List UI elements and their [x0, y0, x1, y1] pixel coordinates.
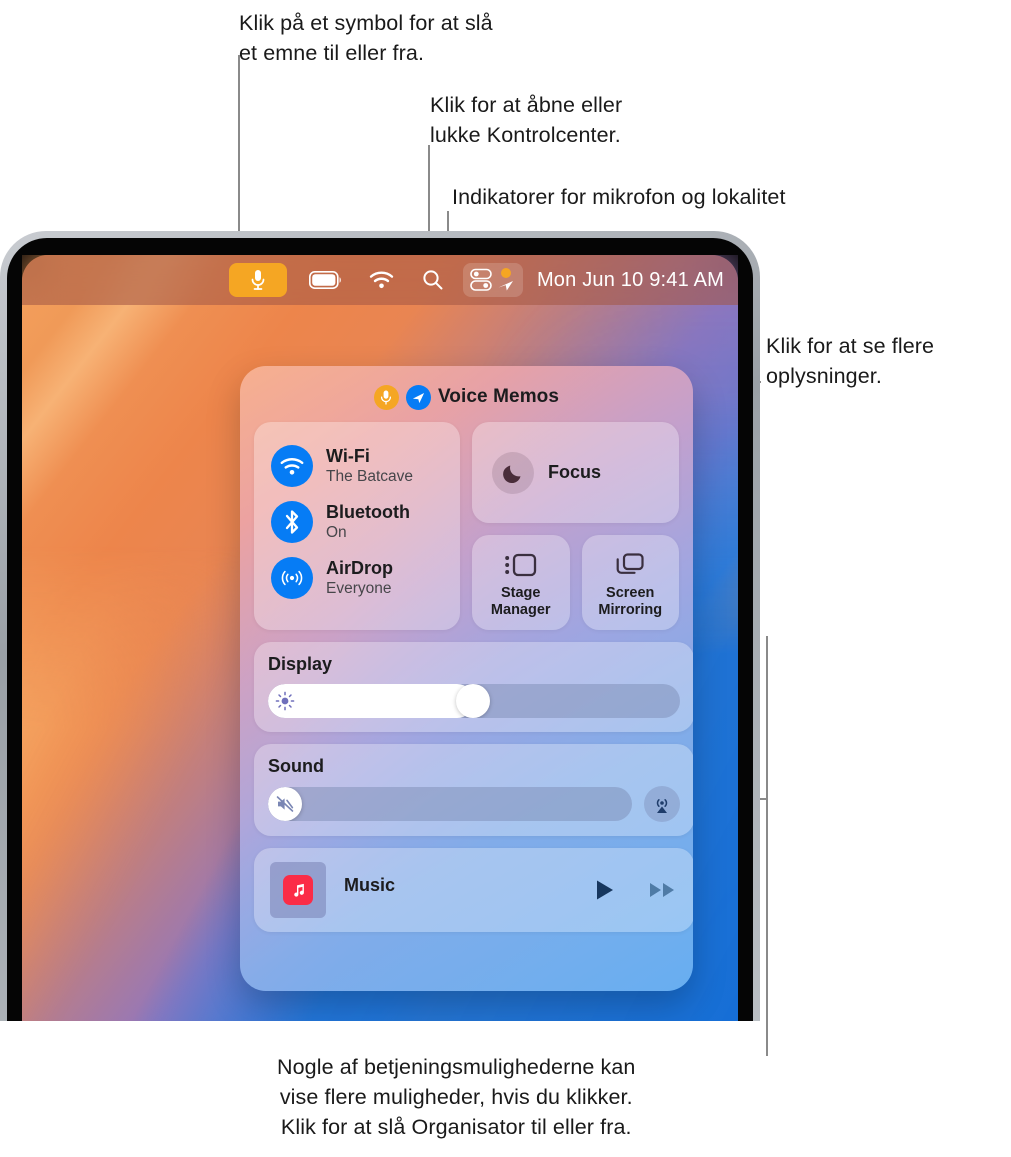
microphone-icon [381, 390, 392, 405]
brightness-icon [273, 689, 297, 713]
control-center-header: Voice Memos [254, 380, 679, 414]
screen-mirroring-control[interactable]: Screen Mirroring [581, 535, 679, 630]
annotation-open-close-control-center: Klik for at åbne eller lukke Kontrolcent… [430, 93, 623, 147]
airdrop-subtitle: Everyone [326, 580, 392, 597]
header-location-indicator[interactable] [405, 384, 431, 410]
stage-manager-icon [504, 553, 536, 576]
sound-label: Sound [268, 756, 324, 776]
wifi-title: Wi-Fi [326, 446, 370, 466]
wifi-control[interactable]: Wi-Fi The Batcave [254, 438, 460, 494]
orange-dot-indicator [500, 268, 511, 278]
bluetooth-title: Bluetooth [326, 502, 410, 522]
fast-forward-icon [650, 883, 674, 897]
fast-forward-button[interactable] [648, 878, 678, 902]
display-slider-knob[interactable] [456, 684, 490, 718]
wifi-icon [271, 445, 313, 487]
sound-volume-slider[interactable] [268, 787, 632, 821]
sound-control[interactable]: Sound [254, 744, 693, 836]
moon-icon [492, 451, 534, 494]
wifi-subtitle: The Batcave [326, 468, 414, 485]
control-center-right-column: Focus Stage Manager Screen Mirroring [472, 422, 679, 630]
leader-line-bottom-annotation [766, 636, 768, 1056]
laptop-screen: Mon Jun 10 9:41 AM Voice Memos Wi-Fi The… [22, 255, 738, 1021]
microphone-icon [251, 270, 265, 290]
annotation-more-info: Klik for at se flere oplysninger. [766, 334, 935, 388]
airplay-audio-icon [656, 799, 668, 813]
screenshot-root: Klik på et symbol for at slå et emne til… [0, 0, 1011, 1157]
header-microphone-indicator[interactable] [373, 384, 399, 410]
music-label: Music [344, 875, 396, 895]
location-arrow-icon [498, 281, 513, 291]
search-icon[interactable] [421, 263, 445, 297]
connectivity-tile: Wi-Fi The Batcave Bluetooth On AirDrop E… [254, 422, 460, 630]
laptop-frame: Mon Jun 10 9:41 AM Voice Memos Wi-Fi The… [0, 231, 760, 1021]
display-control[interactable]: Display [254, 642, 693, 732]
screen-mirroring-label: Screen Mirroring [598, 584, 663, 618]
play-icon [597, 880, 613, 900]
bluetooth-control[interactable]: Bluetooth On [254, 494, 460, 550]
laptop-bezel: Mon Jun 10 9:41 AM Voice Memos Wi-Fi The… [7, 238, 753, 1021]
wifi-icon[interactable] [369, 263, 395, 297]
annotation-bottom: Nogle af betjeningsmulighederne kan vise… [277, 1055, 636, 1139]
control-center-icon [470, 268, 492, 291]
control-center-panel: Voice Memos Wi-Fi The Batcave Bluetooth … [240, 366, 693, 991]
sound-slider-wrapper [268, 787, 632, 821]
airplay-audio-button[interactable] [644, 786, 680, 822]
airdrop-title: AirDrop [326, 558, 393, 578]
airdrop-icon [271, 557, 313, 599]
music-note-icon [283, 875, 313, 905]
display-brightness-slider[interactable] [268, 684, 680, 718]
bluetooth-subtitle: On [326, 524, 347, 541]
battery-icon[interactable] [308, 263, 343, 297]
control-center-menu-button[interactable] [462, 263, 523, 297]
stage-manager-control[interactable]: Stage Manager [472, 535, 570, 630]
bluetooth-icon [271, 501, 313, 543]
display-slider-fill [268, 684, 474, 718]
stage-manager-label: Stage Manager [490, 584, 551, 618]
control-center-small-tiles: Stage Manager Screen Mirroring [472, 535, 679, 630]
microphone-in-use-indicator[interactable] [228, 263, 287, 297]
music-control[interactable]: Music [254, 848, 693, 932]
mute-speaker-icon [273, 792, 297, 816]
album-art [270, 862, 326, 918]
control-center-top-row: Wi-Fi The Batcave Bluetooth On AirDrop E… [254, 422, 679, 630]
sound-row [268, 786, 680, 822]
airdrop-control[interactable]: AirDrop Everyone [254, 550, 460, 606]
play-button[interactable] [594, 878, 616, 902]
focus-control[interactable]: Focus [472, 422, 679, 523]
display-label: Display [268, 654, 333, 674]
annotation-toggle-item: Klik på et symbol for at slå et emne til… [239, 11, 493, 65]
menu-bar: Mon Jun 10 9:41 AM [22, 255, 738, 305]
control-center-header-label: Voice Memos [437, 386, 560, 407]
location-arrow-icon [412, 392, 425, 403]
menu-bar-clock[interactable]: Mon Jun 10 9:41 AM [537, 269, 724, 292]
focus-label: Focus [548, 462, 602, 482]
annotation-indicators: Indikatorer for mikrofon og lokalitet [452, 185, 786, 209]
screen-mirroring-icon [616, 552, 644, 574]
